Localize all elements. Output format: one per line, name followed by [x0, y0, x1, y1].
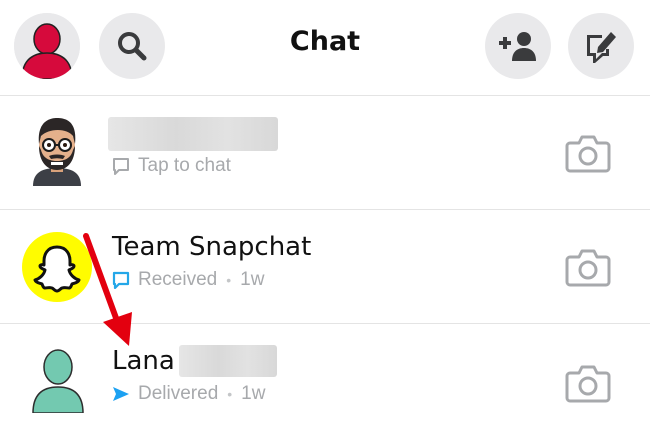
chat-status-line: Received • 1w	[112, 269, 264, 291]
chat-time: 1w	[241, 383, 266, 404]
chat-status-line: Delivered • 1w	[112, 383, 265, 405]
chat-status-line: Tap to chat	[112, 155, 231, 177]
chat-row[interactable]: Lana Delivered • 1w	[0, 325, 650, 423]
chat-name: Team Snapchat	[112, 232, 312, 262]
chat-status-text: Received	[138, 269, 218, 290]
chat-status-text: Delivered	[138, 383, 219, 404]
default-avatar	[32, 349, 84, 413]
chat-row[interactable]: Tap to chat	[0, 97, 650, 210]
redacted-name	[108, 117, 278, 151]
received-outline-icon	[112, 271, 130, 289]
chat-row[interactable]: Team Snapchat Received • 1w	[0, 211, 650, 324]
sent-arrow-icon	[112, 385, 130, 403]
snapchat-ghost-avatar	[22, 232, 92, 302]
separator-dot: •	[227, 386, 233, 402]
chat-header: Chat	[0, 0, 650, 96]
add-friend-icon	[499, 32, 536, 61]
redacted-name	[179, 345, 277, 377]
page-title: Chat	[289, 26, 361, 57]
camera-icon[interactable]	[565, 363, 611, 403]
chat-bubble-outline-icon	[112, 157, 130, 175]
chat-name: Lana	[112, 346, 175, 376]
add-friend-button[interactable]	[485, 13, 551, 79]
chat-time: 1w	[240, 269, 265, 290]
separator-dot: •	[226, 272, 232, 288]
new-chat-button[interactable]	[568, 13, 634, 79]
bitmoji-avatar	[33, 118, 81, 186]
chat-status-text: Tap to chat	[138, 155, 231, 176]
camera-icon[interactable]	[565, 247, 611, 287]
camera-icon[interactable]	[565, 133, 611, 173]
new-chat-icon	[587, 32, 616, 63]
